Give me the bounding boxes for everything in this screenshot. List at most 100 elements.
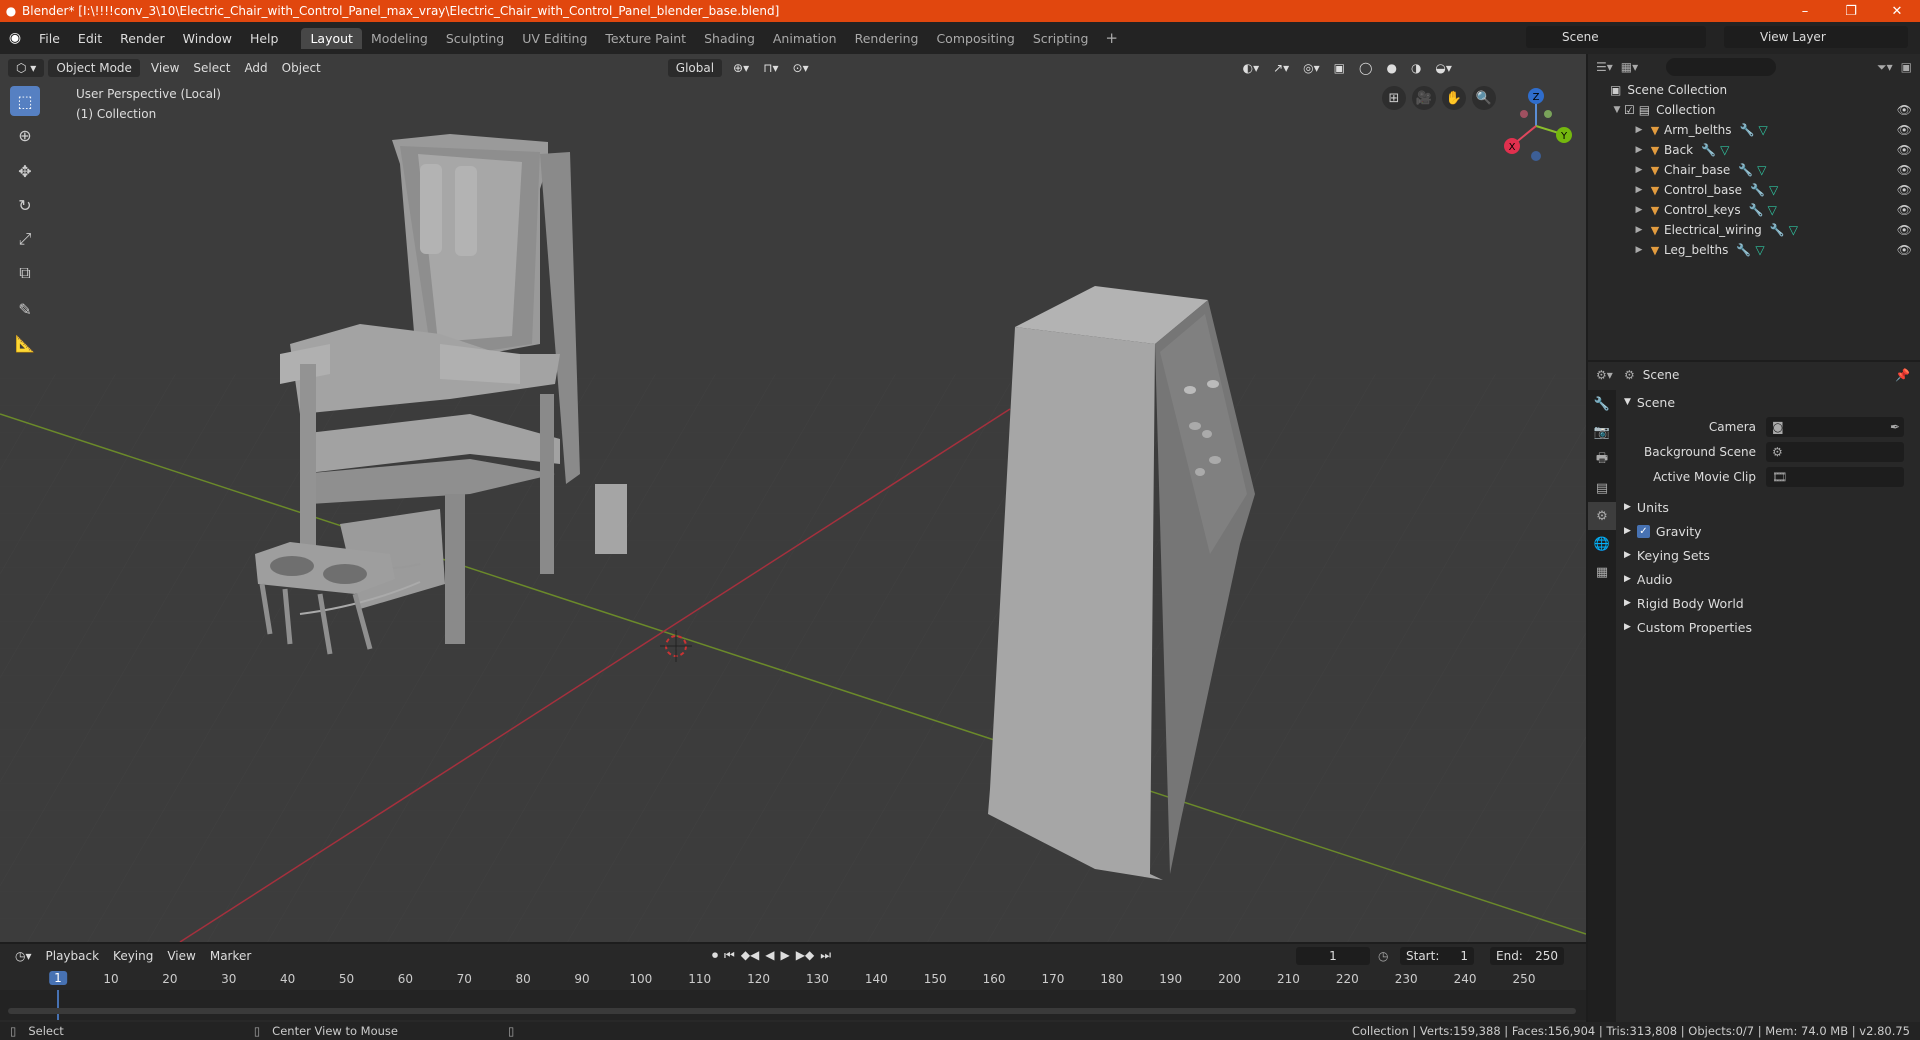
outliner-object-row[interactable]: ▶ ▼ Control_keys 🔧 ▽ 👁 <box>1588 200 1920 220</box>
scale-tool-icon[interactable]: ⤢ <box>10 224 40 254</box>
keying-sets-panel[interactable]: ▶ Keying Sets <box>1616 543 1920 567</box>
pan-hand-icon[interactable]: ✋ <box>1442 86 1466 110</box>
mesh-data-icon[interactable]: ▽ <box>1769 183 1778 197</box>
modifier-wrench-icon[interactable]: 🔧 <box>1736 243 1751 257</box>
new-collection-icon[interactable]: ▣ <box>1901 60 1912 74</box>
prev-keyframe-icon[interactable]: ◆◀ <box>741 948 759 963</box>
visibility-eye-icon[interactable]: 👁 <box>1897 183 1912 197</box>
minimize-button[interactable]: – <box>1782 4 1828 19</box>
annotate-tool-icon[interactable]: ✎ <box>10 294 40 324</box>
pivot-icon[interactable]: ⊕▾ <box>726 61 756 75</box>
blender-menu-icon[interactable]: ◉ <box>0 30 30 46</box>
add-workspace-button[interactable]: + <box>1097 29 1126 47</box>
tab-sculpting[interactable]: Sculpting <box>437 28 513 49</box>
rotate-tool-icon[interactable]: ↻ <box>10 190 40 220</box>
active-movie-clip-field[interactable]: 🎞 <box>1766 466 1904 487</box>
tool-tab-icon[interactable]: 🔧 <box>1588 390 1616 418</box>
world-tab-icon[interactable]: 🌐 <box>1588 530 1616 558</box>
rendered-shading-icon[interactable]: ◒▾ <box>1428 61 1459 75</box>
tab-layout[interactable]: Layout <box>301 27 362 49</box>
clock-icon[interactable]: ◷ <box>1378 949 1388 963</box>
mesh-data-icon[interactable]: ▽ <box>1789 223 1798 237</box>
tab-modeling[interactable]: Modeling <box>362 28 437 49</box>
move-tool-icon[interactable]: ✥ <box>10 156 40 186</box>
collection-checkbox[interactable]: ☑ <box>1624 103 1635 117</box>
modifier-wrench-icon[interactable]: 🔧 <box>1770 223 1785 237</box>
mesh-data-icon[interactable]: ▽ <box>1768 203 1777 217</box>
outliner-search-input[interactable] <box>1666 58 1777 76</box>
modifier-wrench-icon[interactable]: 🔧 <box>1701 143 1716 157</box>
visibility-eye-icon[interactable]: 👁 <box>1897 123 1912 137</box>
tab-uv-editing[interactable]: UV Editing <box>513 28 596 49</box>
menu-window[interactable]: Window <box>174 31 241 46</box>
timeline-menu-keying[interactable]: Keying <box>106 949 160 963</box>
xray-icon[interactable]: ▣ <box>1327 61 1352 75</box>
output-tab-icon[interactable]: 🖶 <box>1588 446 1616 474</box>
properties-editor-icon[interactable]: ⚙▾ <box>1596 368 1613 382</box>
visibility-eye-icon[interactable]: 👁 <box>1897 103 1912 117</box>
transform-tool-icon[interactable]: ⧉ <box>10 258 40 288</box>
end-frame-field[interactable]: End: 250 <box>1490 947 1564 965</box>
outliner-object-row[interactable]: ▶ ▼ Leg_belths 🔧 ▽ 👁 <box>1588 240 1920 260</box>
expand-collection-icon[interactable]: ▼ <box>1610 105 1624 115</box>
jump-end-icon[interactable]: ⏭ <box>820 948 831 963</box>
tab-scripting[interactable]: Scripting <box>1024 28 1098 49</box>
scene-panel-header[interactable]: ▼ Scene <box>1616 390 1920 414</box>
editor-type-icon[interactable]: ⬡ ▾ <box>8 59 45 77</box>
timeline-editor-icon[interactable]: ◷▾ <box>8 949 39 963</box>
visibility-eye-icon[interactable]: 👁 <box>1897 143 1912 157</box>
tab-compositing[interactable]: Compositing <box>927 28 1023 49</box>
view-layer-tab-icon[interactable]: ▤ <box>1588 474 1616 502</box>
menu-render[interactable]: Render <box>111 31 174 46</box>
expand-object-icon[interactable]: ▶ <box>1632 185 1646 195</box>
tab-texture-paint[interactable]: Texture Paint <box>596 28 695 49</box>
scene-collection-row[interactable]: ▣ Scene Collection <box>1588 80 1920 100</box>
viewport-menu-select[interactable]: Select <box>186 61 237 75</box>
viewport-menu-add[interactable]: Add <box>237 61 274 75</box>
menu-file[interactable]: File <box>30 31 69 46</box>
current-frame-field[interactable]: 1 <box>1296 947 1370 965</box>
outliner-object-row[interactable]: ▶ ▼ Arm_belths 🔧 ▽ 👁 <box>1588 120 1920 140</box>
measure-tool-icon[interactable]: 📐 <box>10 328 40 358</box>
zoom-icon[interactable]: 🔍 <box>1472 86 1496 110</box>
timeline-menu-view[interactable]: View <box>160 949 202 963</box>
frame-cursor[interactable]: 1 <box>49 971 67 985</box>
collection-row[interactable]: ▼ ☑ ▤ Collection 👁 <box>1588 100 1920 120</box>
visibility-eye-icon[interactable]: 👁 <box>1897 163 1912 177</box>
solid-shading-icon[interactable]: ● <box>1379 61 1403 75</box>
play-reverse-icon[interactable]: ◀ <box>765 948 774 963</box>
gizmo-icon[interactable]: ↗▾ <box>1266 61 1296 75</box>
background-scene-field[interactable]: ⚙ <box>1766 441 1904 462</box>
outliner-editor-icon[interactable]: ☰▾ <box>1596 60 1613 74</box>
pin-icon[interactable]: 📌 <box>1895 368 1910 382</box>
outliner-object-row[interactable]: ▶ ▼ Chair_base 🔧 ▽ 👁 <box>1588 160 1920 180</box>
timeline-menu-marker[interactable]: Marker <box>203 949 258 963</box>
tab-shading[interactable]: Shading <box>695 28 764 49</box>
camera-view-icon[interactable]: 🎥 <box>1412 86 1436 110</box>
mesh-data-icon[interactable]: ▽ <box>1757 163 1766 177</box>
expand-object-icon[interactable]: ▶ <box>1632 165 1646 175</box>
start-frame-field[interactable]: Start: 1 <box>1400 947 1474 965</box>
render-tab-icon[interactable]: 📷 <box>1588 418 1616 446</box>
menu-help[interactable]: Help <box>241 31 288 46</box>
timeline-track[interactable] <box>0 990 1586 1020</box>
expand-object-icon[interactable]: ▶ <box>1632 125 1646 135</box>
view-layer-selector[interactable]: View Layer <box>1724 26 1908 48</box>
visibility-eye-icon[interactable]: 👁 <box>1897 243 1912 257</box>
modifier-wrench-icon[interactable]: 🔧 <box>1750 183 1765 197</box>
filter-icon[interactable]: ⏷▾ <box>1877 60 1893 75</box>
outliner-object-row[interactable]: ▶ ▼ Back 🔧 ▽ 👁 <box>1588 140 1920 160</box>
wireframe-shading-icon[interactable]: ◯ <box>1352 61 1379 75</box>
visibility-eye-icon[interactable]: 👁 <box>1897 203 1912 217</box>
camera-field[interactable]: ◙ ✒ <box>1766 416 1904 437</box>
material-shading-icon[interactable]: ◑ <box>1404 61 1428 75</box>
custom-properties-panel[interactable]: ▶ Custom Properties <box>1616 615 1920 639</box>
timeline-ruler[interactable]: 1 10 20 30 40 50 60 70 80 90 100 110 120 130 140 150 16… <box>0 970 1586 988</box>
mesh-data-icon[interactable]: ▽ <box>1720 143 1729 157</box>
expand-object-icon[interactable]: ▶ <box>1632 145 1646 155</box>
modifier-wrench-icon[interactable]: 🔧 <box>1738 163 1753 177</box>
texture-tab-icon[interactable]: ▦ <box>1588 558 1616 586</box>
eyedropper-icon[interactable]: ✒ <box>1890 420 1900 434</box>
display-mode-icon[interactable]: ▦▾ <box>1621 60 1638 74</box>
overlays-icon[interactable]: ◎▾ <box>1296 61 1327 75</box>
